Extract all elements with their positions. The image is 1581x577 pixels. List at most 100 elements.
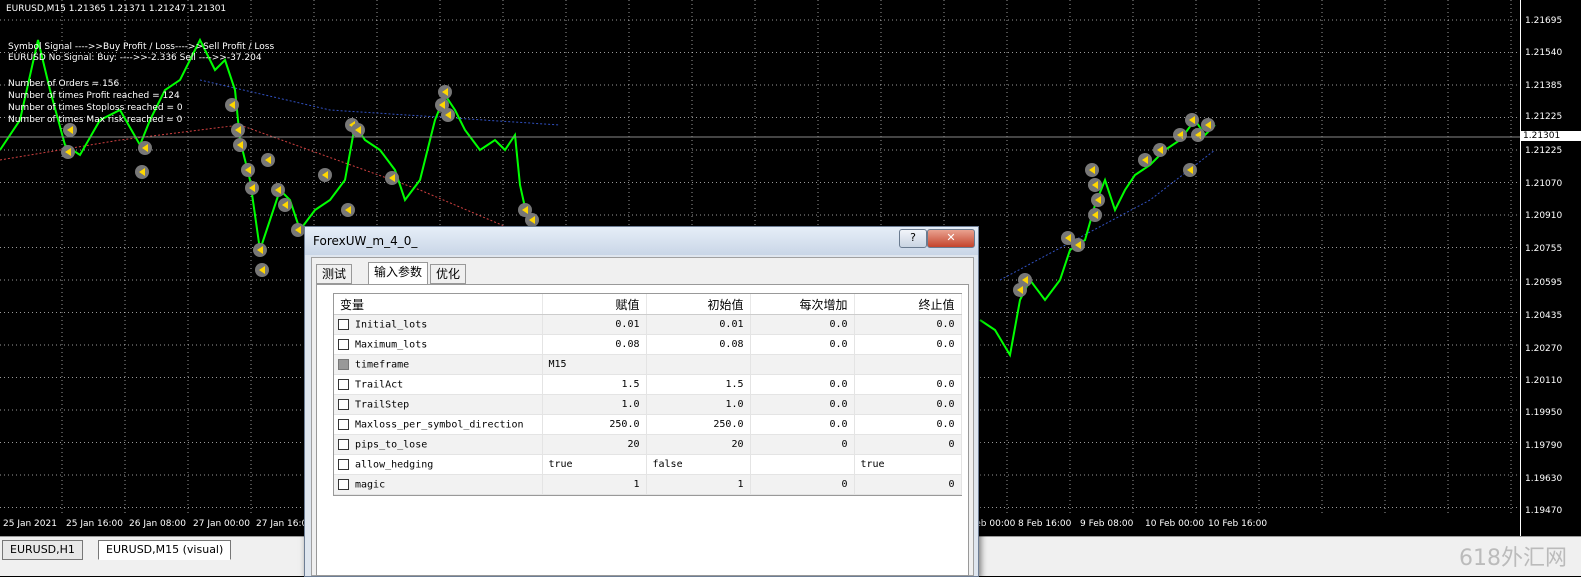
column-header-value[interactable]: 赋值 — [542, 294, 647, 315]
price-line — [0, 37, 561, 252]
stat-maxrisk: Number of times Max risk reached = 0 — [8, 115, 183, 125]
stop-cell[interactable]: true — [854, 454, 962, 475]
column-header-step[interactable]: 每次增加 — [750, 294, 855, 315]
price-label: 1.20270 — [1525, 344, 1563, 354]
table-row[interactable]: TrailAct 1.5 1.5 0.0 0.0 — [334, 374, 962, 395]
value-cell[interactable]: 1 — [542, 474, 647, 495]
dialog-body: 测试 输入参数 优化 变量 赋值 初始值 每次增加 终止值 Initial_lo… — [311, 257, 974, 576]
start-cell — [646, 354, 751, 375]
stop-cell[interactable]: 0.0 — [854, 374, 962, 395]
param-name-cell: TrailStep — [334, 394, 543, 415]
start-cell[interactable]: 1.5 — [646, 374, 751, 395]
optimize-checkbox[interactable] — [338, 378, 349, 390]
stop-cell[interactable]: 0.0 — [854, 314, 962, 335]
step-cell[interactable] — [750, 454, 855, 475]
stop-cell[interactable]: 0.0 — [854, 394, 962, 415]
expert-properties-dialog: ForexUW_m_4_0_ ? ✕ 测试 输入参数 优化 变量 赋值 初始值 … — [304, 226, 979, 577]
price-label: 1.19790 — [1525, 441, 1563, 451]
optimize-checkbox[interactable] — [338, 338, 349, 350]
tab-eurusd-h1[interactable]: EURUSD,H1 — [2, 540, 83, 560]
stat-profit: Number of times Profit reached = 124 — [8, 91, 180, 101]
step-cell[interactable]: 0.0 — [750, 374, 855, 395]
price-axis[interactable]: 1.21695 1.21540 1.21385 1.21225 1.21301 … — [1520, 0, 1581, 536]
current-price-label: 1.21301 — [1521, 131, 1581, 141]
help-button[interactable]: ? — [899, 229, 927, 248]
table-row[interactable]: pips_to_lose 20 20 0 0 — [334, 434, 962, 455]
time-label: 10 Feb 16:00 — [1208, 519, 1268, 529]
order-stats: Number of Orders = 156 Number of times P… — [8, 78, 183, 126]
stop-cell[interactable]: 0 — [854, 474, 962, 495]
start-cell[interactable]: 0.08 — [646, 334, 751, 355]
price-line-right — [979, 118, 1216, 358]
stop-cell[interactable]: 0.0 — [854, 334, 962, 355]
value-cell[interactable]: 1.0 — [542, 394, 647, 415]
step-cell[interactable]: 0 — [750, 474, 855, 495]
stop-cell[interactable]: 0.0 — [854, 414, 962, 435]
column-header-stop[interactable]: 终止值 — [854, 294, 962, 315]
stop-cell[interactable]: 0 — [854, 434, 962, 455]
signal-info: Symbol Signal ---->>Buy Profit / Loss---… — [8, 42, 274, 64]
value-cell[interactable]: 250.0 — [542, 414, 647, 435]
time-label: 25 Jan 2021 — [3, 519, 57, 529]
step-cell[interactable]: 0.0 — [750, 394, 855, 415]
step-cell[interactable]: 0.0 — [750, 414, 855, 435]
optimize-checkbox[interactable] — [338, 398, 349, 410]
optimize-checkbox[interactable] — [338, 418, 349, 430]
optimize-checkbox[interactable] — [338, 438, 349, 450]
step-cell[interactable]: 0.0 — [750, 334, 855, 355]
dialog-titlebar[interactable]: ForexUW_m_4_0_ ? ✕ — [305, 227, 978, 255]
table-row[interactable]: TrailStep 1.0 1.0 0.0 0.0 — [334, 394, 962, 415]
optimize-checkbox[interactable] — [338, 318, 349, 330]
stat-stoploss: Number of times Stoploss reached = 0 — [8, 103, 183, 113]
tab-optimization[interactable]: 优化 — [430, 264, 467, 284]
price-label: 1.21070 — [1525, 179, 1563, 189]
column-header-start[interactable]: 初始值 — [646, 294, 751, 315]
start-cell[interactable]: 1 — [646, 474, 751, 495]
table-row[interactable]: timeframe M15 — [334, 354, 962, 375]
price-label: 1.21385 — [1525, 81, 1563, 91]
value-cell[interactable]: M15 — [542, 354, 647, 375]
start-cell[interactable]: false — [646, 454, 751, 475]
table-row[interactable]: Initial_lots 0.01 0.01 0.0 0.0 — [334, 314, 962, 335]
time-label: 25 Jan 16:00 — [66, 519, 123, 529]
column-header-variable[interactable]: 变量 — [334, 294, 543, 315]
table-row[interactable]: magic 1 1 0 0 — [334, 474, 962, 495]
param-name: Initial_lots — [355, 319, 428, 331]
close-button[interactable]: ✕ — [927, 229, 975, 248]
inputs-panel: 变量 赋值 初始值 每次增加 终止值 Initial_lots 0.01 0.0… — [316, 284, 969, 576]
tab-eurusd-m15-visual[interactable]: EURUSD,M15 (visual) — [98, 540, 232, 560]
value-cell[interactable]: 0.01 — [542, 314, 647, 335]
param-name: allow_hedging — [355, 459, 434, 471]
step-cell — [750, 354, 855, 375]
parameters-table: 变量 赋值 初始值 每次增加 终止值 Initial_lots 0.01 0.0… — [333, 293, 962, 496]
step-cell[interactable]: 0 — [750, 434, 855, 455]
watermark-logo: 618外汇网 — [1459, 546, 1567, 571]
start-cell[interactable]: 1.0 — [646, 394, 751, 415]
start-cell[interactable]: 0.01 — [646, 314, 751, 335]
optimize-checkbox-disabled — [338, 358, 349, 370]
chart-header: EURUSD,M15 1.21365 1.21371 1.21247 1.213… — [6, 4, 227, 14]
step-cell[interactable]: 0.0 — [750, 314, 855, 335]
price-label: 1.20755 — [1525, 244, 1563, 254]
price-label: 1.21695 — [1525, 16, 1563, 26]
param-name-cell: Initial_lots — [334, 314, 543, 335]
optimize-checkbox[interactable] — [338, 458, 349, 470]
param-name: TrailStep — [355, 399, 410, 411]
value-cell[interactable]: 1.5 — [542, 374, 647, 395]
param-name-cell: Maximum_lots — [334, 334, 543, 355]
value-cell[interactable]: 0.08 — [542, 334, 647, 355]
tab-testing[interactable]: 测试 — [316, 264, 353, 284]
optimize-checkbox[interactable] — [338, 478, 349, 490]
param-name: Maxloss_per_symbol_direction — [355, 419, 524, 431]
table-row[interactable]: allow_hedging true false true — [334, 454, 962, 475]
param-name: magic — [355, 479, 386, 491]
table-row[interactable]: Maximum_lots 0.08 0.08 0.0 0.0 — [334, 334, 962, 355]
start-cell[interactable]: 20 — [646, 434, 751, 455]
table-row[interactable]: Maxloss_per_symbol_direction 250.0 250.0… — [334, 414, 962, 435]
time-label: 26 Jan 08:00 — [129, 519, 186, 529]
start-cell[interactable]: 250.0 — [646, 414, 751, 435]
value-cell[interactable]: true — [542, 454, 647, 475]
price-label: 1.20110 — [1525, 376, 1563, 386]
tab-inputs[interactable]: 输入参数 — [368, 262, 429, 285]
value-cell[interactable]: 20 — [542, 434, 647, 455]
